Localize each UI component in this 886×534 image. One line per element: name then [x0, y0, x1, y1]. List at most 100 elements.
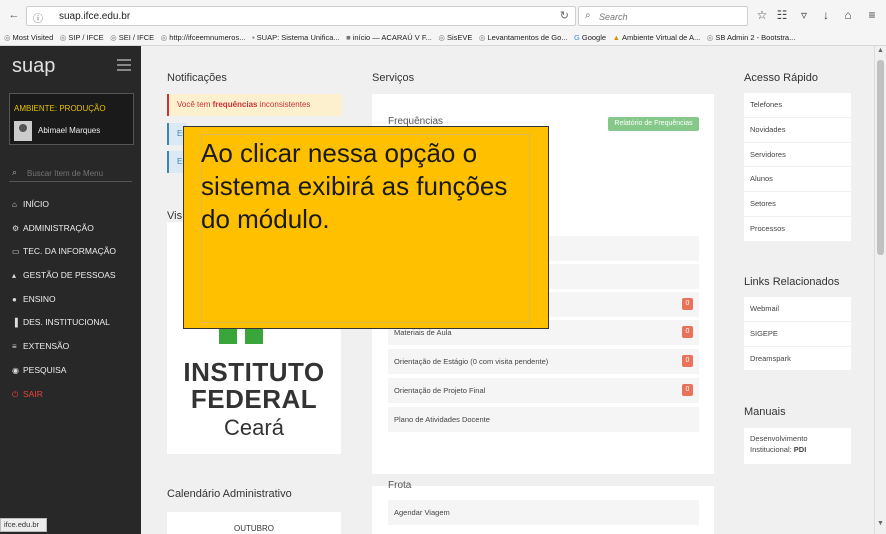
agendar-viagem-link[interactable]: Agendar Viagem: [388, 500, 699, 525]
callout-text: Ao clicar nessa opção o sistema exibirá …: [201, 138, 508, 234]
browser-search-input[interactable]: [597, 9, 741, 25]
link-sigepe[interactable]: SIGEPE: [744, 322, 851, 347]
monitor-icon: ▭: [12, 247, 20, 257]
reload-icon[interactable]: ↻: [560, 9, 569, 22]
manuais-title: Manuais: [744, 406, 786, 418]
bookmark-icon: ◎: [4, 33, 11, 42]
suap-icon: ▪: [252, 33, 255, 42]
globe-icon: ◎: [438, 33, 445, 42]
scroll-down-icon[interactable]: ▼: [876, 520, 885, 527]
scroll-up-icon[interactable]: ▲: [876, 47, 885, 54]
menu-icon[interactable]: ≡: [864, 7, 880, 23]
quick-link-alunos[interactable]: Alunos: [744, 167, 851, 193]
browser-search[interactable]: ⌕: [578, 6, 748, 26]
bookmark-item[interactable]: ◎ SEI / IFCE: [110, 30, 154, 45]
sidebar-item-inicio[interactable]: ⌂ INÍCIO: [0, 196, 141, 220]
bookmarks-bar: ◎ Most Visited ◎ SIP / IFCE ◎ SEI / IFCE ◎ h…: [0, 30, 886, 46]
hamburger-icon[interactable]: [117, 59, 131, 74]
institute-line2: FEDERAL: [190, 384, 318, 414]
user-name[interactable]: Abimael Marques: [38, 126, 100, 135]
bookmark-item[interactable]: ◎ SIP / IFCE: [60, 30, 104, 45]
pocket-icon[interactable]: ▿: [796, 7, 812, 23]
sidebar-item-des-institucional[interactable]: ▐ DES. INSTITUCIONAL: [0, 314, 141, 338]
globe-icon: ◎: [59, 33, 67, 42]
link-webmail[interactable]: Webmail: [744, 297, 851, 322]
ava-icon: ▲: [612, 33, 620, 42]
sidebar-item-sair[interactable]: ⏻ SAIR: [0, 386, 141, 410]
sidebar-item-ensino[interactable]: ● ENSINO: [0, 291, 141, 315]
bookmark-item[interactable]: ▲ Ambiente Virtual de A...: [613, 30, 701, 45]
notifications-title: Notificações: [167, 72, 227, 84]
download-icon[interactable]: ↓: [818, 7, 834, 23]
power-icon: ⏻: [12, 389, 19, 399]
bookmark-item[interactable]: ◎ http://ifceemnumeros...: [161, 30, 246, 45]
environment-label: AMBIENTE: PRODUÇÃO: [14, 104, 106, 113]
quick-link-servidores[interactable]: Servidores: [744, 143, 851, 168]
count-badge: 0: [682, 355, 693, 367]
sidebar-item-pesquisa[interactable]: ◉ PESQUISA: [0, 362, 141, 386]
sidebar-item-tec-informacao[interactable]: ▭ TEC. DA INFORMAÇÃO: [0, 243, 141, 267]
ensino-icon: ●: [12, 294, 17, 304]
bookmark-item[interactable]: ◎ Levantamentos de Go...: [479, 30, 568, 45]
links-list: Webmail SIGEPE Dreamspark: [744, 297, 851, 372]
service-item[interactable]: Plano de Atividades Docente: [388, 407, 699, 432]
count-badge: 0: [682, 384, 693, 396]
sidebar-item-gestao-pessoas[interactable]: ▴ GESTÃO DE PESSOAS: [0, 267, 141, 291]
sidebar: suap AMBIENTE: PRODUÇÃO Abimael Marques …: [0, 46, 141, 534]
menu-search-input[interactable]: [25, 166, 129, 180]
gears-icon: ⚙: [12, 223, 20, 233]
calendar-card: OUTUBRO: [167, 512, 341, 534]
url-bar[interactable]: ⓘ suap.ifce.edu.br ↻: [26, 6, 576, 26]
bookmark-item[interactable]: ▪ SUAP: Sistema Unifica...: [252, 30, 340, 45]
visao-title: Vis: [167, 210, 183, 222]
manual-pdi-link[interactable]: Desenvolvimento Institucional: PDI: [744, 428, 851, 464]
home-icon: ⌂: [12, 200, 17, 209]
avatar[interactable]: [14, 121, 32, 141]
extensao-icon: ≡: [12, 342, 17, 352]
bookmark-star-icon[interactable]: ☆: [754, 7, 770, 23]
menu-search: ⌕: [9, 165, 132, 182]
link-dreamspark[interactable]: Dreamspark: [744, 347, 851, 372]
reading-list-icon[interactable]: ☷: [774, 7, 790, 23]
browser-toolbar: ← ⓘ suap.ifce.edu.br ↻ ⌕ ☆ ☷ ▿ ↓ ⌂ ≡: [0, 0, 886, 30]
notification-warning[interactable]: Você tem frequências inconsistentes: [167, 94, 342, 116]
acesso-rapido-title: Acesso Rápido: [744, 72, 818, 84]
calendar-title: Calendário Administrativo: [167, 488, 292, 500]
sidebar-menu: ⌂ INÍCIO ⚙ ADMINISTRAÇÃO ▭ TEC. DA INFORMAÇ…: [0, 196, 141, 409]
sidebar-item-administracao[interactable]: ⚙ ADMINISTRAÇÃO: [0, 220, 141, 244]
suap-logo[interactable]: suap: [12, 55, 55, 78]
sidebar-item-extensao[interactable]: ≡ EXTENSÃO: [0, 338, 141, 362]
quick-link-novidades[interactable]: Novidades: [744, 118, 851, 143]
service-item[interactable]: Orientação de Estágio (0 com visita pend…: [388, 349, 699, 374]
status-bar: ifce.edu.br: [0, 518, 47, 532]
bookmark-item[interactable]: ◎ Most Visited: [4, 30, 53, 45]
bar-chart-icon: ▐: [12, 318, 18, 328]
quick-link-processos[interactable]: Processos: [744, 217, 851, 242]
frota-title: Frota: [388, 480, 412, 491]
quick-link-setores[interactable]: Setores: [744, 192, 851, 217]
count-badge: 0: [682, 298, 693, 310]
globe-icon: ◎: [110, 33, 117, 42]
scroll-thumb[interactable]: [877, 60, 884, 255]
acesso-rapido-list: Telefones Novidades Servidores Alunos Se…: [744, 93, 851, 242]
bookmark-item[interactable]: G Google: [574, 30, 606, 45]
bookmark-item[interactable]: ◎ SB Admin 2 - Bootstra...: [707, 30, 796, 45]
search-icon: ⌕: [12, 167, 18, 177]
user-icon: ▴: [12, 271, 17, 281]
quick-link-telefones[interactable]: Telefones: [744, 93, 851, 118]
back-arrow-icon[interactable]: ←: [4, 6, 24, 24]
calendar-month: OUTUBRO: [234, 524, 274, 533]
site-info-icon[interactable]: ⓘ: [33, 10, 43, 25]
flag-icon: ■: [346, 33, 351, 42]
bookmark-item[interactable]: ◎ SisEVE: [438, 30, 472, 45]
user-panel: AMBIENTE: PRODUÇÃO Abimael Marques: [9, 93, 134, 145]
page-scrollbar[interactable]: ▲ ▼: [874, 46, 886, 534]
pesquisa-icon: ◉: [12, 365, 19, 375]
globe-icon: ◎: [706, 33, 714, 42]
search-icon: ⌕: [585, 10, 591, 21]
bookmark-item[interactable]: ■ início — ACARAÚ V F...: [346, 30, 432, 45]
home-browser-icon[interactable]: ⌂: [840, 7, 856, 23]
relatorio-frequencias-button[interactable]: Relatório de Frequências: [608, 117, 699, 131]
globe-icon: ◎: [478, 33, 486, 42]
service-item[interactable]: Orientação de Projeto Final 0: [388, 378, 699, 403]
